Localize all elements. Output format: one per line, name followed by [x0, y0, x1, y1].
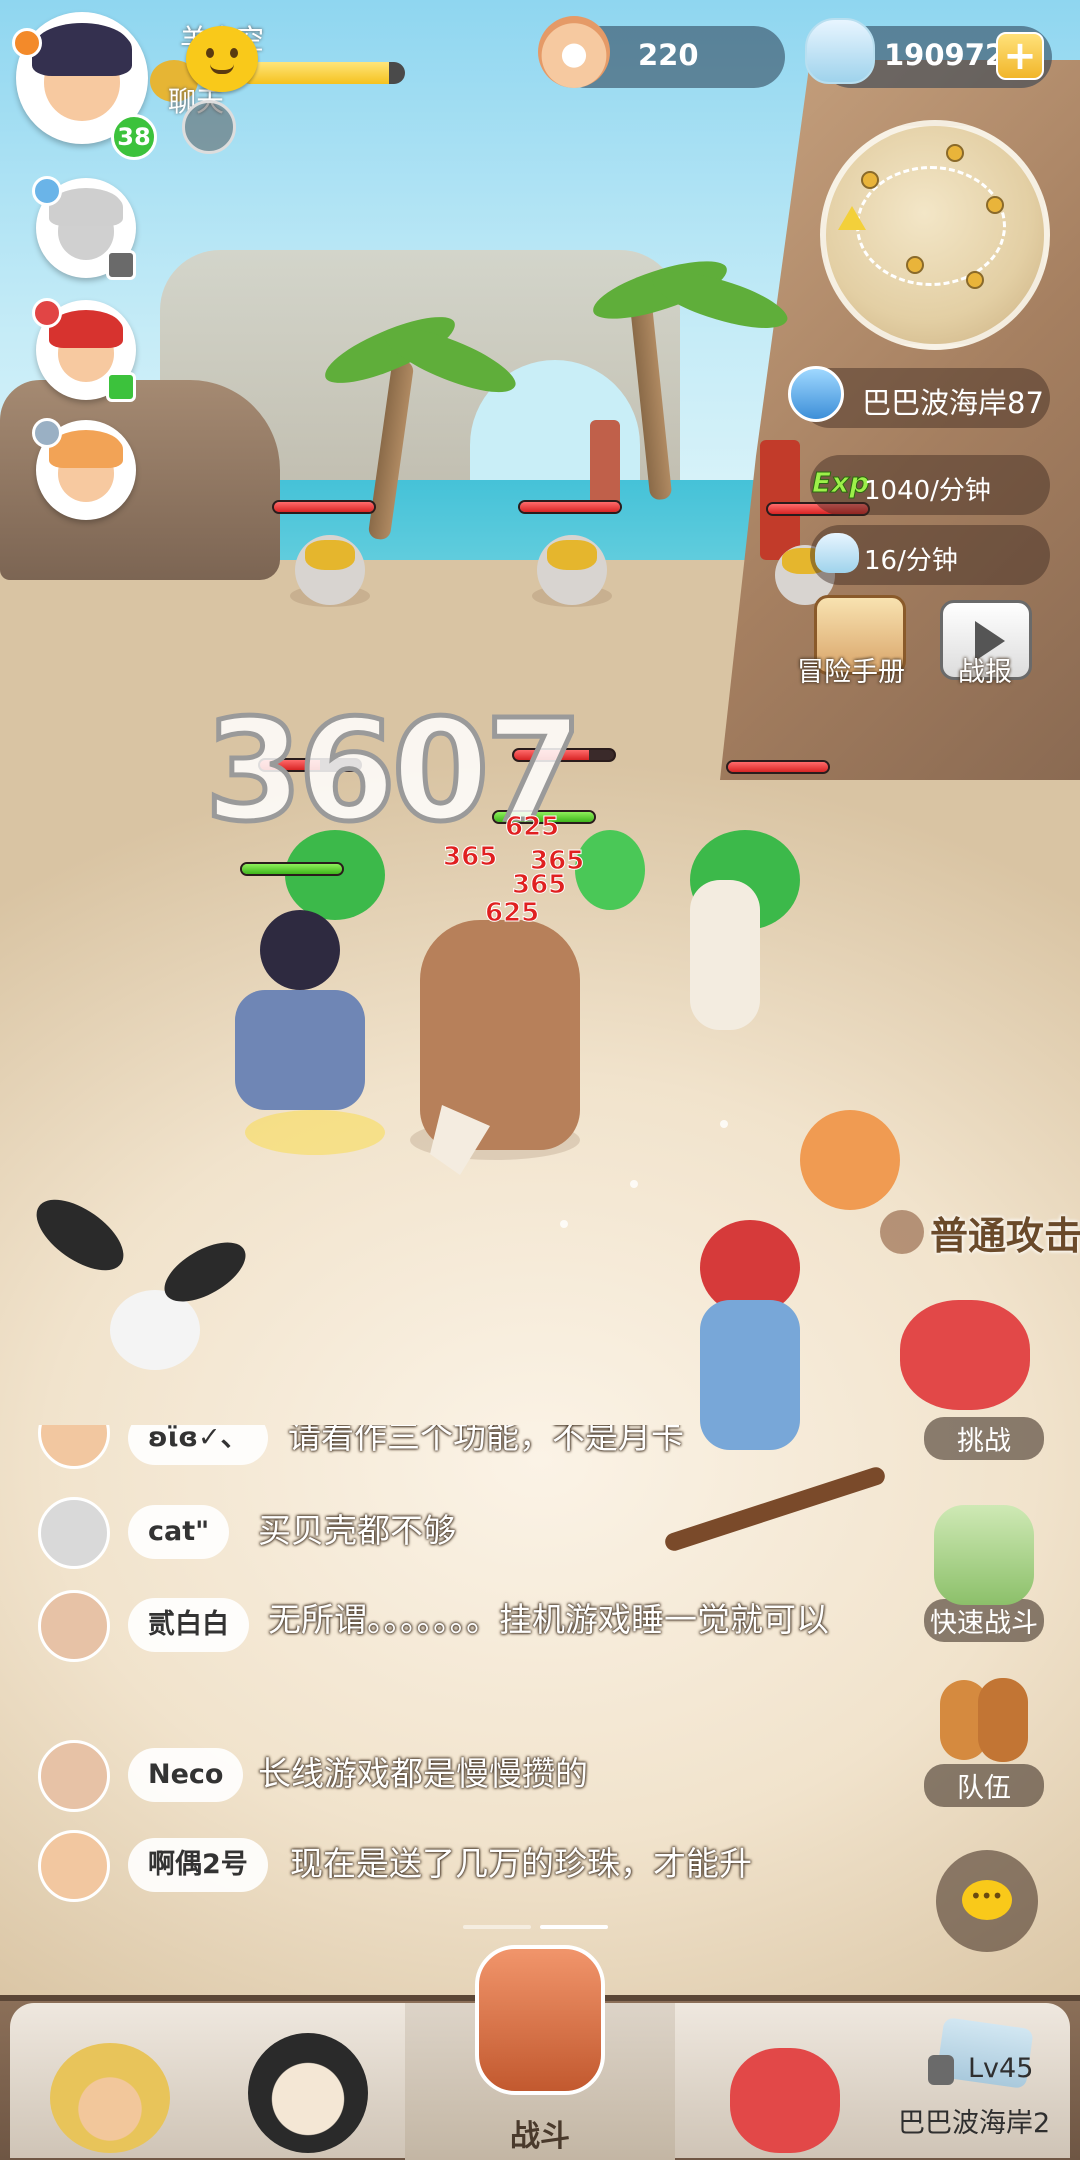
chat-text: 长线游戏都是慢慢攒的 — [258, 1754, 588, 1793]
stone-idol-icon — [934, 1505, 1034, 1605]
team-button[interactable]: 队伍 — [924, 1670, 1044, 1807]
player-position-marker-icon — [838, 206, 866, 230]
chat-avatar[interactable] — [38, 1497, 110, 1569]
exp-icon: Exp — [811, 466, 870, 500]
chat-avatar[interactable] — [38, 1830, 110, 1902]
chat-text: 无所谓。。。。。。。挂机游戏睡一觉就可以 — [268, 1600, 829, 1639]
challenge-button[interactable]: 挑战 — [924, 1345, 1044, 1460]
settings-gear-icon[interactable] — [182, 100, 236, 154]
challenge-label: 挑战 — [924, 1417, 1044, 1460]
offline-status-icon — [106, 250, 136, 280]
minimap-node — [946, 144, 964, 162]
chat-page-indicator — [463, 1925, 531, 1929]
frog-enemy — [575, 830, 645, 910]
chat-avatar[interactable] — [38, 1590, 110, 1662]
exp-rate: 1040/分钟 — [864, 476, 991, 506]
skill-name-popup: 普通攻击 — [930, 1214, 1080, 1258]
pearl-count: 220 — [638, 38, 699, 72]
team-icon — [934, 1670, 1034, 1770]
chat-avatar[interactable] — [38, 1425, 110, 1469]
skull-hero-icon — [248, 2033, 368, 2153]
caveman-hero-icon — [50, 2043, 170, 2153]
totem-pole — [760, 440, 800, 560]
chat-feed[interactable]: ʚϊɞ✓、 请看作三个功能，不是月卡 cat" 买贝壳都不够 贰白白 无所谓。。… — [38, 1425, 838, 1915]
add-gems-button[interactable]: + — [996, 32, 1044, 80]
chat-username[interactable]: 啊偶2号 — [128, 1838, 268, 1892]
quick-battle-button[interactable]: 快速战斗 — [924, 1505, 1044, 1642]
chat-username[interactable]: ʚϊɞ✓、 — [128, 1425, 268, 1465]
online-status-icon — [106, 372, 136, 402]
adventure-manual-button[interactable]: 冒险手册 — [797, 650, 905, 689]
quick-battle-label: 快速战斗 — [924, 1599, 1044, 1642]
gem-rate: 16/分钟 — [864, 546, 958, 576]
minimap-node — [986, 196, 1004, 214]
totem-mask-icon — [475, 1945, 605, 2095]
ally-hp-bar — [240, 862, 344, 876]
minimap-node — [861, 171, 879, 189]
chat-bubble-icon — [962, 1880, 1012, 1920]
gem-icon — [805, 18, 875, 84]
chat-username[interactable]: cat" — [128, 1505, 230, 1559]
pufferfish-head — [305, 540, 355, 570]
open-chat-button[interactable] — [936, 1850, 1038, 1952]
minimap-node — [906, 256, 924, 274]
selection-ring — [245, 1110, 385, 1155]
red-dino-icon — [730, 2048, 840, 2153]
minimap[interactable] — [820, 120, 1050, 350]
smiley-emote-icon[interactable] — [186, 26, 258, 92]
location-name: 巴巴波海岸87 — [862, 386, 1044, 420]
element-icon — [32, 298, 62, 328]
bunny-pet — [110, 1290, 200, 1370]
ally-redhead — [800, 1110, 900, 1210]
player-xp-bar — [240, 62, 405, 84]
tab-pets[interactable] — [700, 2003, 870, 2158]
tab-companions[interactable] — [220, 2003, 400, 2158]
sparkle — [560, 1220, 568, 1228]
pufferfish-head — [547, 540, 597, 570]
damage-number: 625 — [504, 812, 560, 843]
battle-report-button[interactable]: 战报 — [958, 650, 1012, 689]
hero-warrior-body — [235, 990, 365, 1110]
damage-number: 365 — [442, 842, 498, 873]
damage-number: 365 — [511, 870, 567, 901]
gem-icon — [815, 533, 859, 573]
tab-heroes[interactable] — [20, 2003, 200, 2158]
player-xp-fill — [240, 62, 389, 84]
element-icon — [32, 176, 62, 206]
sword-icon — [12, 28, 42, 58]
tab-battle-label: 战斗 — [510, 2119, 570, 2154]
chat-text: 请看作三个功能，不是月卡 — [288, 1425, 684, 1456]
tab-world-map[interactable]: Lv45 巴巴波海岸2 — [880, 2003, 1070, 2158]
chat-text: 买贝壳都不够 — [258, 1511, 456, 1550]
tab-battle[interactable]: 战斗 — [405, 1945, 675, 2158]
pearl-shell-icon — [538, 16, 610, 88]
minimap-node — [966, 271, 984, 289]
totem-pole — [590, 420, 620, 510]
element-icon — [32, 418, 62, 448]
sparkle — [720, 1120, 728, 1128]
enemy-hp-bar — [518, 500, 622, 514]
hero-warrior — [260, 910, 340, 990]
attack-skill-icon — [880, 1210, 924, 1254]
sparkle — [630, 1180, 638, 1188]
player-level-badge: 38 — [111, 114, 157, 160]
map-name: 巴巴波海岸2 — [898, 2108, 1051, 2139]
archer-ally — [690, 880, 760, 1030]
map-required-level: Lv45 — [968, 2053, 1034, 2084]
minimap-route — [856, 166, 1006, 286]
player-hair — [31, 22, 133, 76]
shirt-icon — [788, 366, 844, 422]
chat-username[interactable]: Neco — [128, 1748, 244, 1802]
chat-text: 现在是送了几万的珍珠，才能升 — [290, 1844, 752, 1883]
enemy-hp-bar — [272, 500, 376, 514]
enemy-hp-bar — [726, 760, 830, 774]
chat-page-indicator-active — [540, 1925, 608, 1929]
gem-count: 190972 — [884, 38, 1006, 72]
lock-icon — [928, 2055, 954, 2085]
damage-number: 625 — [484, 898, 540, 929]
chat-avatar[interactable] — [38, 1740, 110, 1812]
team-label: 队伍 — [924, 1764, 1044, 1807]
